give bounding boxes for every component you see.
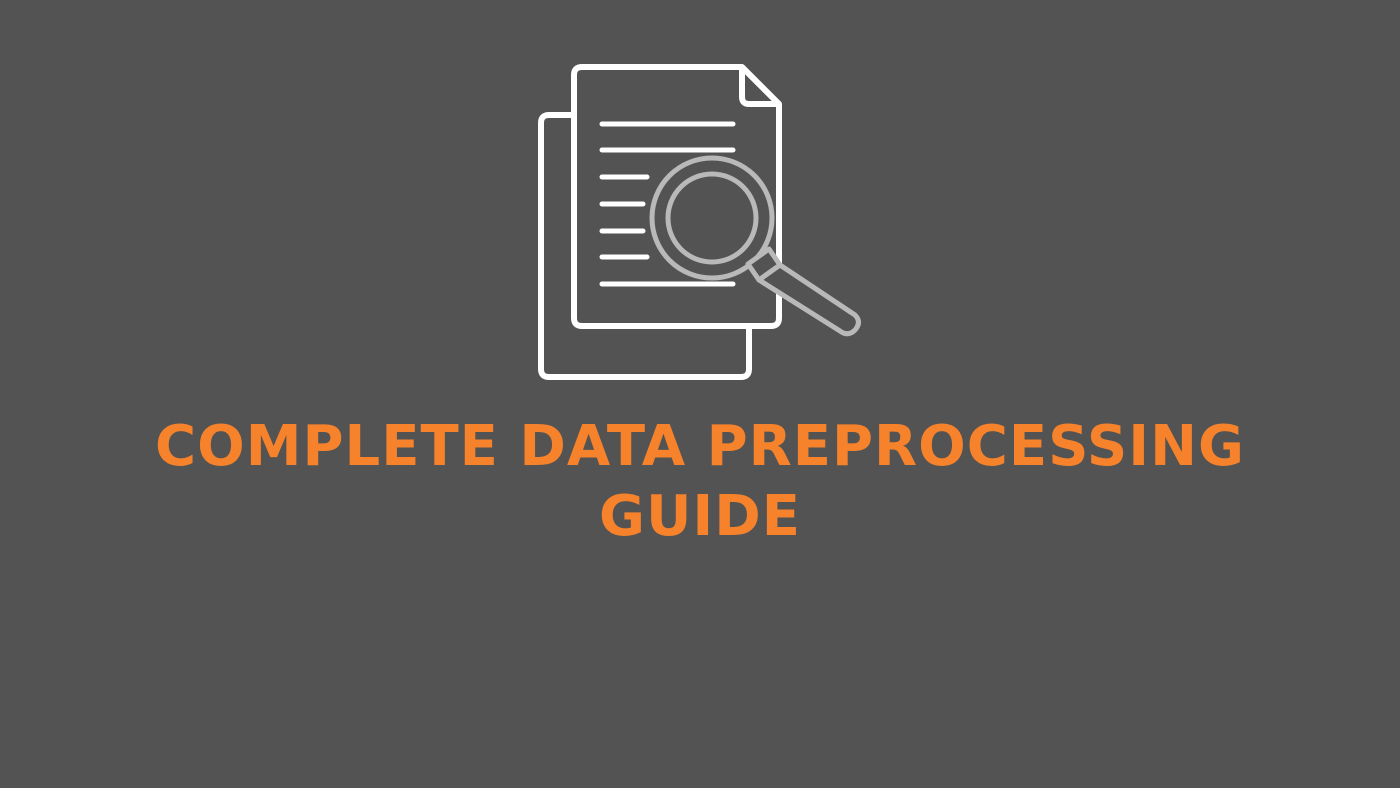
hero-banner: COMPLETE DATA PREPROCESSING GUIDE bbox=[0, 0, 1400, 788]
document-search-icon bbox=[538, 64, 861, 380]
page-title: COMPLETE DATA PREPROCESSING GUIDE bbox=[0, 412, 1400, 552]
title-line-1: COMPLETE DATA PREPROCESSING bbox=[155, 414, 1245, 479]
title-line-2: GUIDE bbox=[598, 484, 801, 549]
